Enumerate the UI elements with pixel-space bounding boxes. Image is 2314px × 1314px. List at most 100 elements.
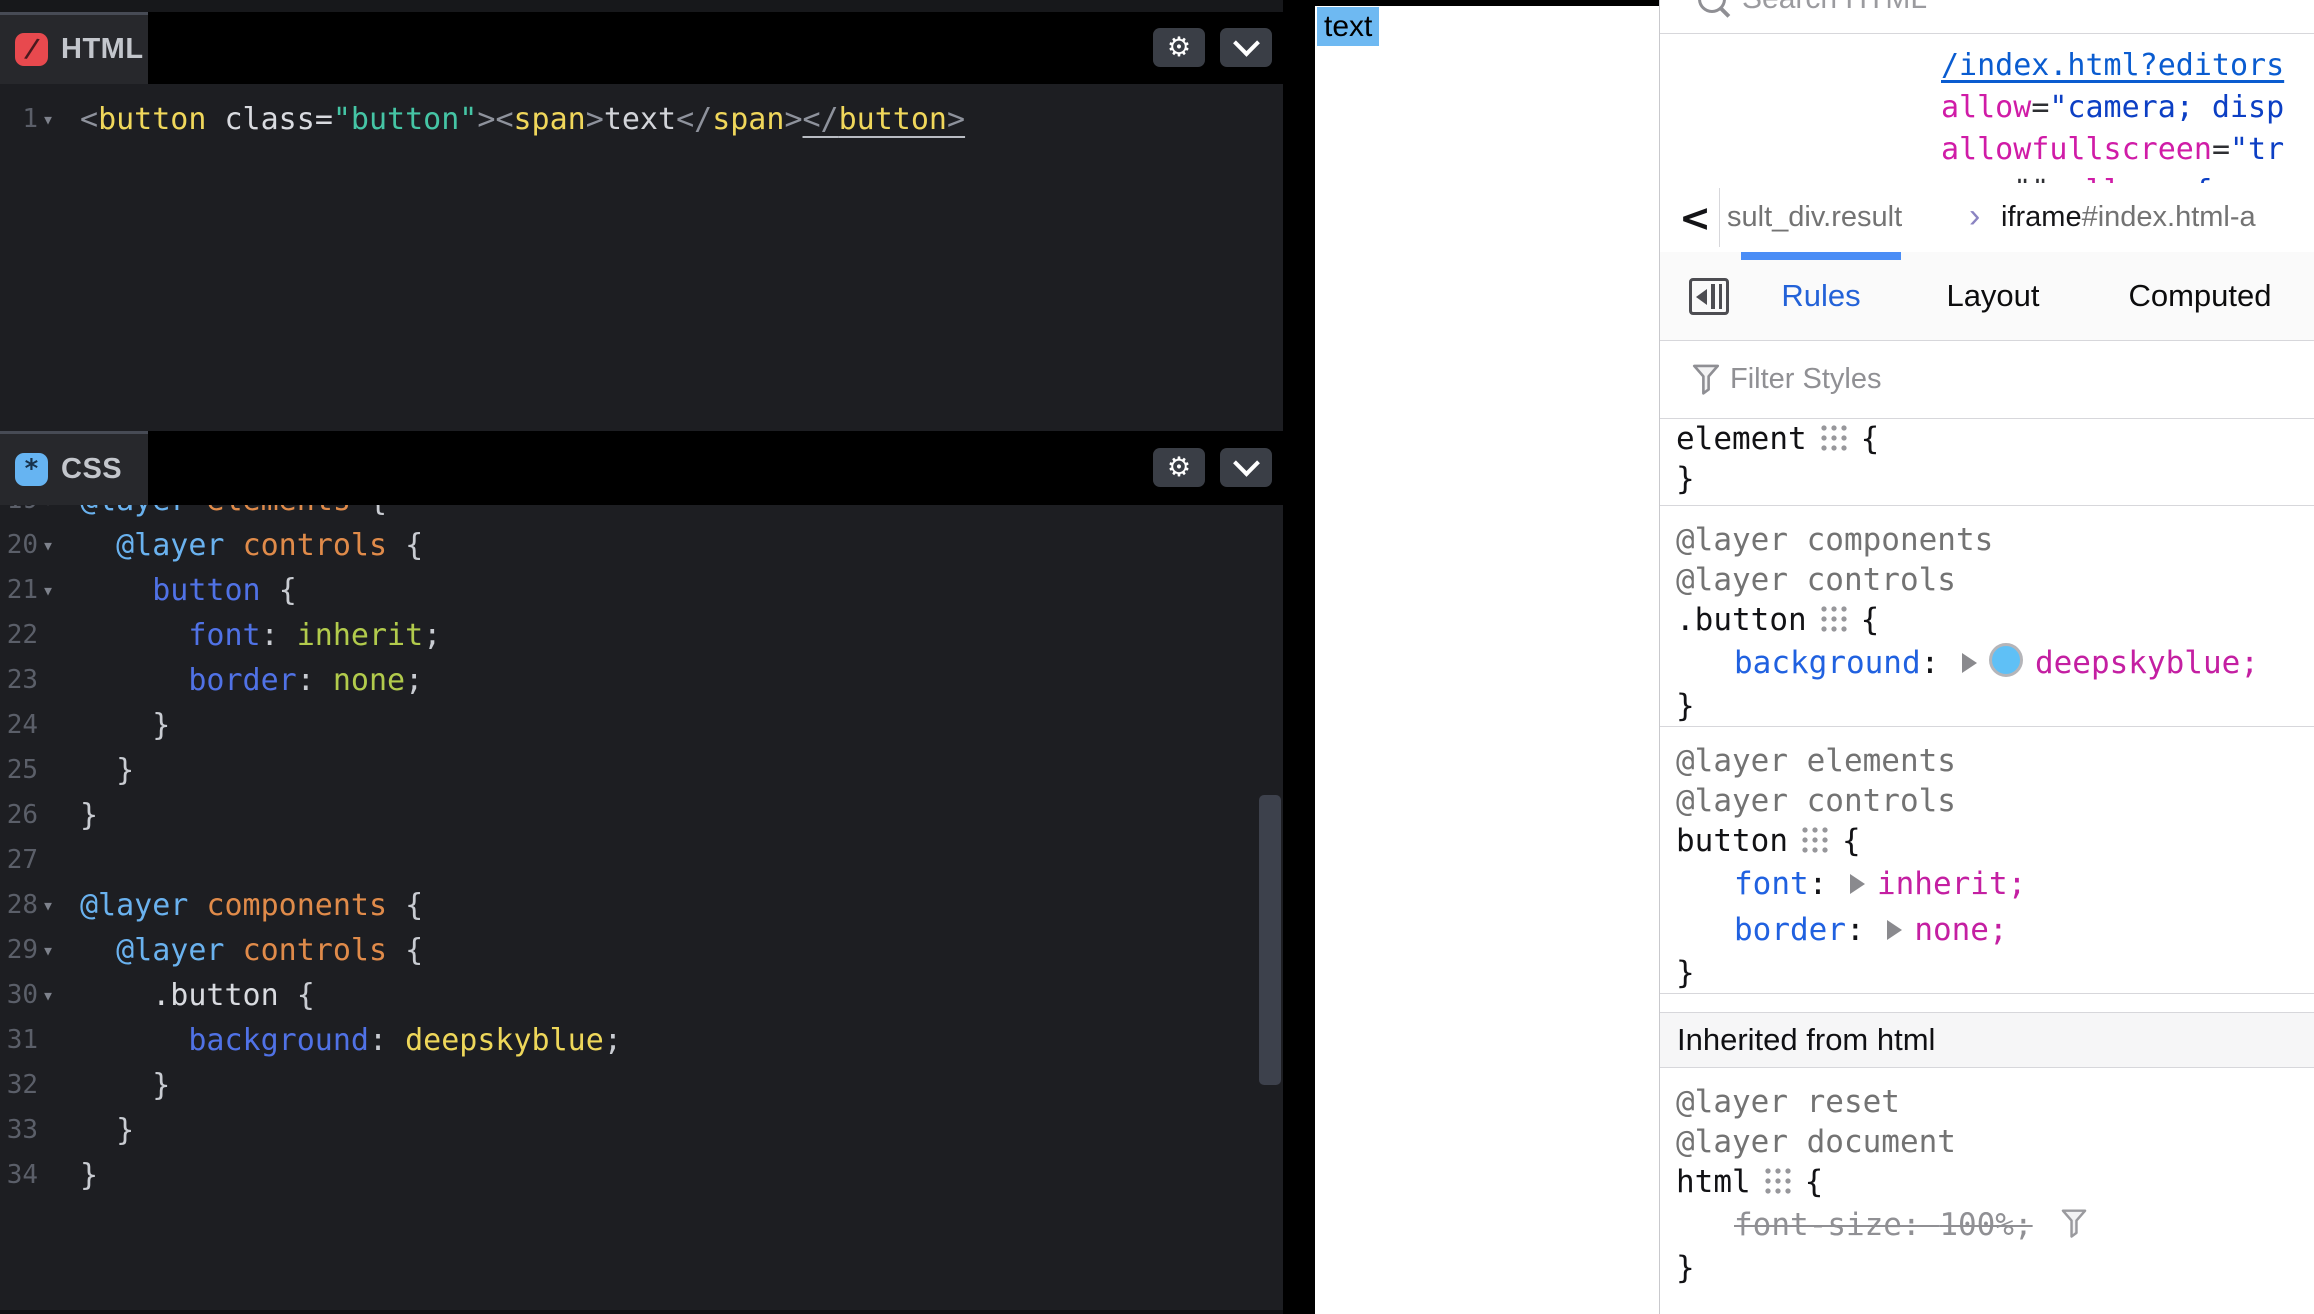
colon: :	[1902, 1207, 1939, 1243]
line-number: 32	[0, 1063, 38, 1108]
html-settings-button[interactable]: ⚙	[1153, 28, 1205, 67]
selector-text[interactable]: .button	[1676, 602, 1807, 638]
fold-icon[interactable]: ▾	[42, 97, 54, 142]
fold-icon[interactable]: ▾	[42, 883, 54, 928]
property-name[interactable]: border	[1734, 912, 1846, 948]
line-number: 27	[0, 838, 38, 883]
html-collapse-button[interactable]	[1220, 28, 1272, 67]
code-line[interactable]: 21▾ button {	[0, 568, 1283, 613]
line-number: 21	[0, 568, 38, 613]
code-line[interactable]: 34}	[0, 1153, 1283, 1198]
preview-button[interactable]: text	[1317, 7, 1379, 46]
property-name[interactable]: background	[1734, 645, 1921, 681]
at-layer-line[interactable]: @layer controls	[1676, 560, 2314, 600]
code-line[interactable]: 32 }	[0, 1063, 1283, 1108]
property-name[interactable]: font-size	[1734, 1207, 1902, 1243]
code-token	[206, 102, 224, 137]
expand-arrow-icon[interactable]	[1850, 874, 1865, 894]
rule-selector-line[interactable]: element {	[1676, 419, 2314, 459]
fold-icon[interactable]: ▾	[42, 568, 54, 613]
property-value[interactable]: deepskyblue	[2035, 645, 2240, 681]
code-line[interactable]: 25 }	[0, 748, 1283, 793]
selector-text[interactable]: element	[1676, 421, 1807, 457]
tab-rules[interactable]: Rules	[1741, 252, 1901, 340]
code-line[interactable]: 23 border: none;	[0, 658, 1283, 703]
markup-line[interactable]: /index.html?editors	[1660, 45, 2314, 87]
fold-icon[interactable]: ▾	[42, 928, 54, 973]
code-token: >	[477, 102, 495, 137]
code-token: deepskyblue	[405, 1023, 604, 1058]
css-panel-icon: *	[15, 453, 48, 486]
breadcrumb-item-iframe[interactable]: iframe#index.html-a	[2001, 183, 2314, 252]
code-line[interactable]: 27	[0, 838, 1283, 883]
tab-computed[interactable]: Computed	[2100, 252, 2300, 340]
property-name[interactable]: font	[1734, 866, 1809, 902]
css-editor-scrollbar[interactable]	[1259, 795, 1281, 1085]
color-swatch[interactable]	[1989, 643, 2023, 677]
declaration-line[interactable]: border: none;	[1676, 907, 2314, 953]
code-line[interactable]: 33 }	[0, 1108, 1283, 1153]
property-value[interactable]: inherit	[1877, 866, 2008, 902]
tab-html-panel[interactable]: / HTML	[0, 12, 148, 84]
code-line[interactable]: 1▾<button class="button"><span>text</spa…	[0, 97, 1283, 142]
html-code-area[interactable]: 1▾<button class="button"><span>text</spa…	[0, 84, 1283, 444]
devtools-inspector-pane: Search HTML /index.html?editorsallow="ca…	[1659, 0, 2314, 1314]
property-value[interactable]: none	[1914, 912, 1989, 948]
code-line[interactable]: 29▾ @layer controls {	[0, 928, 1283, 973]
overridden-filter-icon[interactable]	[2059, 1206, 2089, 1252]
breadcrumb-back-button[interactable]: <	[1672, 183, 1718, 252]
expand-arrow-icon[interactable]	[1962, 653, 1977, 673]
at-layer-line[interactable]: @layer elements	[1676, 741, 2314, 781]
declaration-line[interactable]: font: inherit;	[1676, 861, 2314, 907]
at-layer-line[interactable]: @layer document	[1676, 1122, 2314, 1162]
pane-divider[interactable]	[1283, 0, 1315, 1314]
code-token: border	[188, 663, 296, 698]
fold-icon[interactable]: ▾	[42, 523, 54, 568]
tab-layout[interactable]: Layout	[1918, 252, 2068, 340]
selector-highlighter-icon[interactable]	[1763, 1166, 1793, 1196]
code-line[interactable]: 22 font: inherit;	[0, 613, 1283, 658]
gear-icon: ⚙	[1167, 32, 1191, 63]
css-settings-button[interactable]: ⚙	[1153, 448, 1205, 487]
css-collapse-button[interactable]	[1220, 448, 1272, 487]
rule-selector-line[interactable]: .button{	[1676, 600, 2314, 640]
fold-icon[interactable]: ▾	[42, 973, 54, 1018]
markup-line[interactable]: allowfullscreen="tr	[1660, 129, 2314, 171]
code-line[interactable]: 24 }	[0, 703, 1283, 748]
rule-selector-line[interactable]: html{	[1676, 1162, 2314, 1202]
markup-line[interactable]: allow="camera; disp	[1660, 87, 2314, 129]
markup-view[interactable]: /index.html?editorsallow="camera; dispal…	[1660, 33, 2314, 195]
declaration-line[interactable]: font-size: 100%;	[1676, 1202, 2314, 1248]
breadcrumb-item-result-div[interactable]: sult_div.result	[1727, 183, 1902, 252]
code-line[interactable]: 26}	[0, 793, 1283, 838]
search-input[interactable]: Search HTML	[1742, 0, 1927, 16]
filter-styles-input[interactable]: Filter Styles	[1730, 341, 1881, 418]
collapse-sidebar-icon[interactable]	[1689, 278, 1729, 315]
code-line[interactable]: 30▾ .button {	[0, 973, 1283, 1018]
rule-selector-line[interactable]: button{	[1676, 821, 2314, 861]
expand-arrow-icon[interactable]	[1887, 920, 1902, 940]
code-token: class	[225, 102, 315, 137]
search-html-row[interactable]: Search HTML	[1660, 0, 2314, 34]
declaration-line[interactable]: background: deepskyblue;	[1676, 640, 2314, 686]
selector-text[interactable]: html	[1676, 1164, 1751, 1200]
code-token: }	[152, 708, 170, 743]
filter-styles-row[interactable]: Filter Styles	[1660, 341, 2314, 419]
at-layer-line[interactable]: @layer controls	[1676, 781, 2314, 821]
code-line[interactable]: 28▾@layer components {	[0, 883, 1283, 928]
code-line[interactable]: 31 background: deepskyblue;	[0, 1018, 1283, 1063]
line-number: 26	[0, 793, 38, 838]
code-token: {	[405, 528, 423, 563]
at-layer-line[interactable]: @layer reset	[1676, 1082, 2314, 1122]
code-line[interactable]: 20▾ @layer controls {	[0, 523, 1283, 568]
selector-highlighter-icon[interactable]	[1800, 825, 1830, 855]
property-value[interactable]: 100%	[1939, 1207, 2014, 1243]
tab-css-panel[interactable]: * CSS	[0, 431, 148, 505]
selector-highlighter-icon[interactable]	[1819, 604, 1849, 634]
css-code-area[interactable]: 19▾@layer elements {20▾ @layer controls …	[0, 478, 1283, 1314]
code-token: text	[604, 102, 676, 137]
selector-highlighter-icon[interactable]	[1819, 423, 1849, 453]
open-brace: {	[1861, 421, 1880, 457]
selector-text[interactable]: button	[1676, 823, 1788, 859]
at-layer-line[interactable]: @layer components	[1676, 520, 2314, 560]
